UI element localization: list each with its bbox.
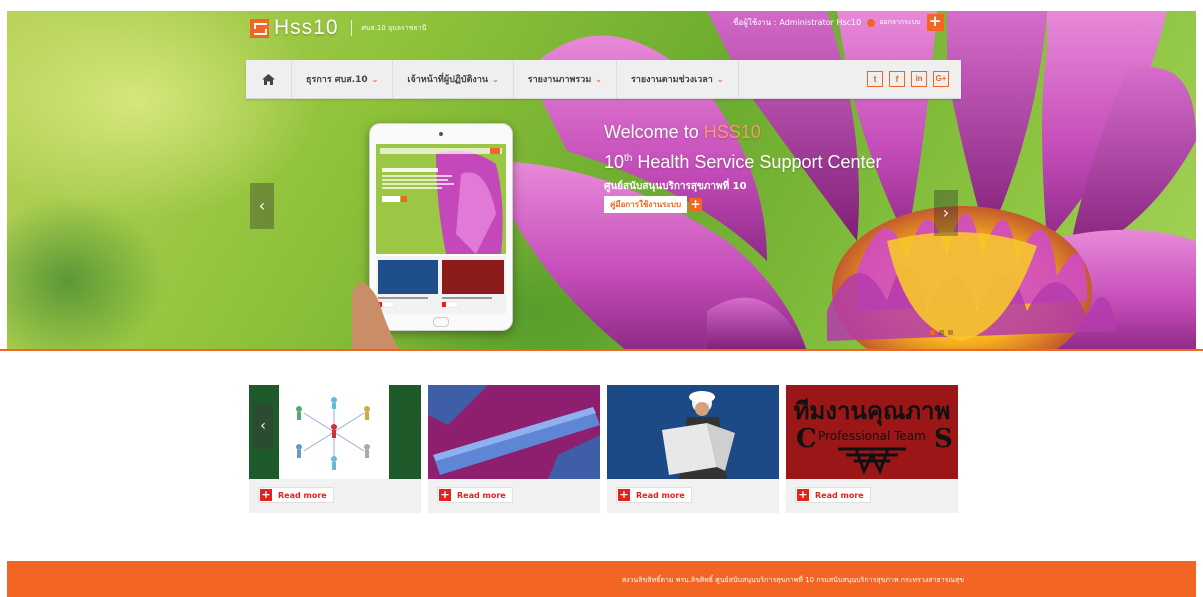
- nav-item-overview-report[interactable]: รายงานภาพรวม ⌄: [514, 60, 617, 98]
- network-people-image: [249, 385, 421, 479]
- read-more-button[interactable]: + Read more: [616, 487, 692, 503]
- hero-divider: [0, 349, 1203, 351]
- slider-next-arrow[interactable]: ›: [934, 190, 958, 236]
- linkedin-icon[interactable]: in: [911, 71, 927, 87]
- quality-team-subtitle: Professional Team: [818, 429, 926, 443]
- main-nav: ธุรการ ศบส.10 ⌄ เจ้าหน้าที่ผู้ปฏิบัติงาน ⌄…: [246, 60, 961, 99]
- card[interactable]: + Read more: [607, 385, 779, 513]
- nav-item-label[interactable]: รายงานภาพรวม: [528, 72, 592, 86]
- read-more-button[interactable]: + Read more: [437, 487, 513, 503]
- welcome-highlight: HSS10: [703, 122, 761, 142]
- center-name-thai: ศูนย์สนับสนุนบริการสุขภาพที่ 10: [604, 181, 747, 192]
- engineer-blueprint-image: [607, 385, 779, 479]
- plus-icon: +: [260, 488, 272, 501]
- strategy-puzzle-image: [428, 385, 600, 479]
- brand-name[interactable]: Hss10: [274, 16, 339, 40]
- card-image[interactable]: [249, 385, 421, 479]
- slider-dot[interactable]: [939, 330, 944, 335]
- nav-item-label[interactable]: เจ้าหน้าที่ผู้ปฏิบัติงาน: [407, 72, 488, 86]
- brand[interactable]: Hss10 ศบส.10 อุบลราชธานี: [250, 14, 426, 42]
- quality-team-title: ทีมงานคุณภาพ: [794, 397, 951, 427]
- quality-team-image: ทีมงานคุณภาพ C S Professional Team: [786, 385, 958, 479]
- card-image[interactable]: [607, 385, 779, 479]
- tablet-camera: [439, 132, 443, 136]
- chevron-down-icon: ⌄: [492, 74, 499, 84]
- footer: สงวนลิขสิทธิ์ตาม พรบ.ลิขสิทธิ์ ศูนย์สนับ…: [7, 561, 1196, 597]
- nav-item-admin[interactable]: ธุรการ ศบส.10 ⌄: [292, 60, 394, 98]
- read-more-button[interactable]: + Read more: [795, 487, 871, 503]
- home-icon[interactable]: [262, 73, 275, 85]
- social-links: t f in G+: [867, 60, 961, 98]
- card-image[interactable]: ทีมงานคุณภาพ C S Professional Team: [786, 385, 958, 479]
- twitter-icon[interactable]: t: [867, 71, 883, 87]
- user-manual-button[interactable]: คู่มือการใช้งานระบบ +: [604, 196, 703, 213]
- read-more-label[interactable]: Read more: [815, 491, 864, 500]
- nav-item-period-report[interactable]: รายงานตามช่วงเวลา ⌄: [617, 60, 739, 98]
- hand-image: [352, 281, 400, 351]
- nav-item-staff[interactable]: เจ้าหน้าที่ผู้ปฏิบัติงาน ⌄: [393, 60, 514, 98]
- tablet-home-button: [433, 317, 449, 327]
- plus-icon: +: [439, 488, 451, 501]
- status-dot-icon: [867, 18, 876, 27]
- google-plus-icon[interactable]: G+: [933, 71, 949, 87]
- card-image[interactable]: [428, 385, 600, 479]
- nav-item-label[interactable]: รายงานตามช่วงเวลา: [631, 72, 713, 86]
- copyright-text: สงวนลิขสิทธิ์ตาม พรบ.ลิขสิทธิ์ ศูนย์สนับ…: [621, 576, 964, 584]
- plus-icon: +: [618, 488, 630, 501]
- cards-prev-arrow[interactable]: ‹: [253, 403, 273, 449]
- center-number: 10: [604, 152, 625, 172]
- center-name: Health Service Support Center: [632, 152, 882, 172]
- user-name: Administrator Hsc10: [779, 18, 862, 27]
- card[interactable]: + Read more: [428, 385, 600, 513]
- read-more-label[interactable]: Read more: [457, 491, 506, 500]
- slider-dot[interactable]: [930, 330, 935, 335]
- read-more-button[interactable]: + Read more: [258, 487, 334, 503]
- card[interactable]: ทีมงานคุณภาพ C S Professional Team + Rea…: [786, 385, 958, 513]
- logout-link[interactable]: ออกจากระบบ: [879, 17, 920, 28]
- slider-dot[interactable]: [948, 330, 953, 335]
- chevron-down-icon: ⌄: [371, 74, 379, 84]
- slider-prev-arrow[interactable]: ‹: [250, 183, 274, 229]
- card[interactable]: + Read more: [249, 385, 421, 513]
- svg-text:S: S: [934, 424, 953, 454]
- facebook-icon[interactable]: f: [889, 71, 905, 87]
- user-bar: ชื่อผู้ใช้งาน : Administrator Hsc10 ออกจ…: [733, 14, 944, 31]
- center-name-english: 10th Health Service Support Center: [604, 152, 882, 173]
- brand-divider: [350, 20, 352, 36]
- welcome-prefix: Welcome to: [604, 122, 699, 142]
- brand-subtitle: ศบส.10 อุบลราชธานี: [361, 23, 427, 32]
- nav-item-label[interactable]: ธุรการ ศบส.10: [306, 72, 368, 86]
- chevron-down-icon: ⌄: [595, 74, 602, 84]
- read-more-label[interactable]: Read more: [278, 491, 327, 500]
- featured-cards: + Read more + Read more + Read more ทีมง…: [249, 385, 959, 513]
- read-more-label[interactable]: Read more: [636, 491, 685, 500]
- svg-text:C: C: [796, 424, 817, 454]
- brand-logo-icon[interactable]: [250, 18, 269, 38]
- chevron-down-icon: ⌄: [716, 74, 724, 84]
- welcome-heading: Welcome to HSS10: [604, 122, 761, 143]
- plus-icon[interactable]: +: [689, 198, 703, 211]
- nav-home[interactable]: [246, 60, 292, 98]
- add-button[interactable]: +: [926, 14, 944, 31]
- user-manual-label[interactable]: คู่มือการใช้งานระบบ: [604, 196, 688, 213]
- user-label: ชื่อผู้ใช้งาน :: [733, 18, 777, 27]
- plus-icon: +: [797, 488, 809, 501]
- slider-pagination: [930, 330, 953, 335]
